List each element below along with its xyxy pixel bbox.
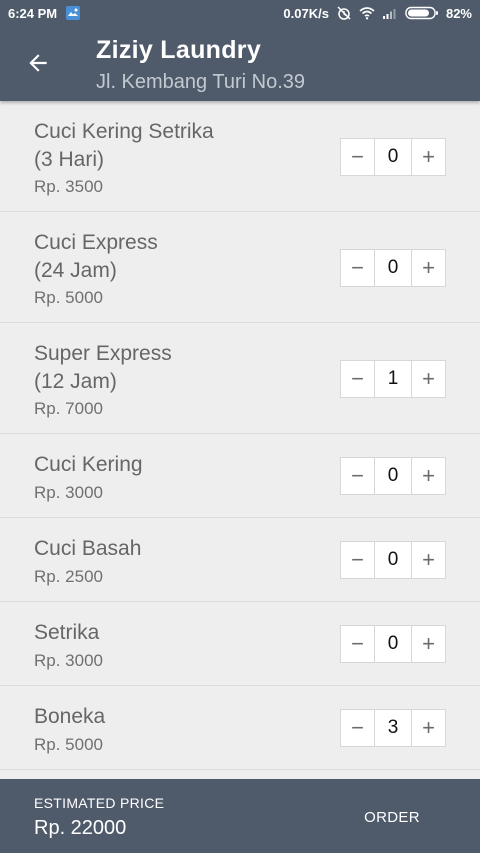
increment-button[interactable]: + [412,249,446,287]
service-price: Rp. 7000 [34,399,103,418]
service-name-line: Boneka [34,705,106,728]
service-name: Cuci Kering [34,451,314,479]
service-price: Rp. 5000 [34,735,103,754]
signal-icon [382,5,398,21]
decrement-button[interactable]: − [340,541,374,579]
quantity-value: 1 [374,360,412,398]
quantity-value: 3 [374,709,412,747]
service-name-line: Cuci Kering [34,453,143,476]
quantity-value: 0 [374,625,412,663]
service-name: Cuci Express (24 Jam) [34,229,314,285]
service-duration-line: (12 Jam) [34,370,117,393]
app-screen: 6:24 PM 0.07K/s 82% Ziziy Laundry Jl. Ke… [0,0,480,853]
service-price: Rp. 3000 [34,651,103,670]
decrement-button[interactable]: − [340,457,374,495]
battery-icon [405,5,439,21]
service-name-line: Super Express [34,342,172,365]
increment-button[interactable]: + [412,360,446,398]
service-name: Setrika [34,619,314,647]
list-item: Boneka Rp. 5000 − 3 + [0,686,480,770]
status-battery-level: 82% [445,5,472,21]
quantity-value: 0 [374,457,412,495]
quantity-value: 0 [374,249,412,287]
quantity-stepper: − 0 + [340,457,446,495]
quantity-stepper: − 0 + [340,138,446,176]
decrement-button[interactable]: − [340,249,374,287]
increment-button[interactable]: + [412,709,446,747]
list-item: Cuci Express (24 Jam) Rp. 5000 − 0 + [0,212,480,323]
service-name-line: Cuci Express [34,231,158,254]
order-summary-bar: ESTIMATED PRICE Rp. 22000 ORDER [0,779,480,853]
quantity-stepper: − 1 + [340,360,446,398]
page-title: Ziziy Laundry [96,36,262,64]
estimated-price-label: ESTIMATED PRICE [34,795,165,811]
alarm-off-icon [336,5,352,21]
estimated-price-value: Rp. 22000 [34,817,127,839]
service-price: Rp. 3500 [34,177,103,196]
app-toolbar: Ziziy Laundry Jl. Kembang Turi No.39 [0,27,480,101]
page-subtitle-address: Jl. Kembang Turi No.39 [96,71,305,93]
service-duration-line: (3 Hari) [34,148,105,171]
status-net-speed: 0.07K/s [283,5,329,21]
decrement-button[interactable]: − [340,360,374,398]
increment-button[interactable]: + [412,625,446,663]
list-item: Setrika Rp. 3000 − 0 + [0,602,480,686]
list-item: Cuci Basah Rp. 2500 − 0 + [0,518,480,602]
quantity-stepper: − 0 + [340,541,446,579]
service-price: Rp. 2500 [34,567,103,586]
increment-button[interactable]: + [412,457,446,495]
back-button[interactable] [16,41,60,85]
service-name-line: Cuci Kering Setrika [34,120,214,143]
service-name-line: Setrika [34,621,100,644]
decrement-button[interactable]: − [340,138,374,176]
quantity-stepper: − 3 + [340,709,446,747]
service-name: Boneka [34,703,314,731]
quantity-stepper: − 0 + [340,625,446,663]
list-item: Cuci Kering Setrika (3 Hari) Rp. 3500 − … [0,101,480,212]
service-name: Cuci Kering Setrika (3 Hari) [34,118,314,174]
gallery-notification-icon [65,5,81,21]
service-duration-line: (24 Jam) [34,259,117,282]
service-name-line: Cuci Basah [34,537,142,560]
quantity-value: 0 [374,138,412,176]
service-price: Rp. 5000 [34,288,103,307]
status-bar: 6:24 PM 0.07K/s 82% [0,0,480,27]
list-item: Cuci Kering Rp. 3000 − 0 + [0,434,480,518]
service-name: Super Express (12 Jam) [34,340,314,396]
increment-button[interactable]: + [412,541,446,579]
quantity-value: 0 [374,541,412,579]
decrement-button[interactable]: − [340,709,374,747]
service-name: Cuci Basah [34,535,314,563]
increment-button[interactable]: + [412,138,446,176]
wifi-icon [359,5,375,21]
decrement-button[interactable]: − [340,625,374,663]
order-button[interactable]: ORDER [352,799,432,835]
list-item: Super Express (12 Jam) Rp. 7000 − 1 + [0,323,480,434]
service-price: Rp. 3000 [34,483,103,502]
arrow-back-icon [29,54,47,72]
service-list: Cuci Kering Setrika (3 Hari) Rp. 3500 − … [0,101,480,770]
status-time: 6:24 PM [8,5,58,21]
quantity-stepper: − 0 + [340,249,446,287]
